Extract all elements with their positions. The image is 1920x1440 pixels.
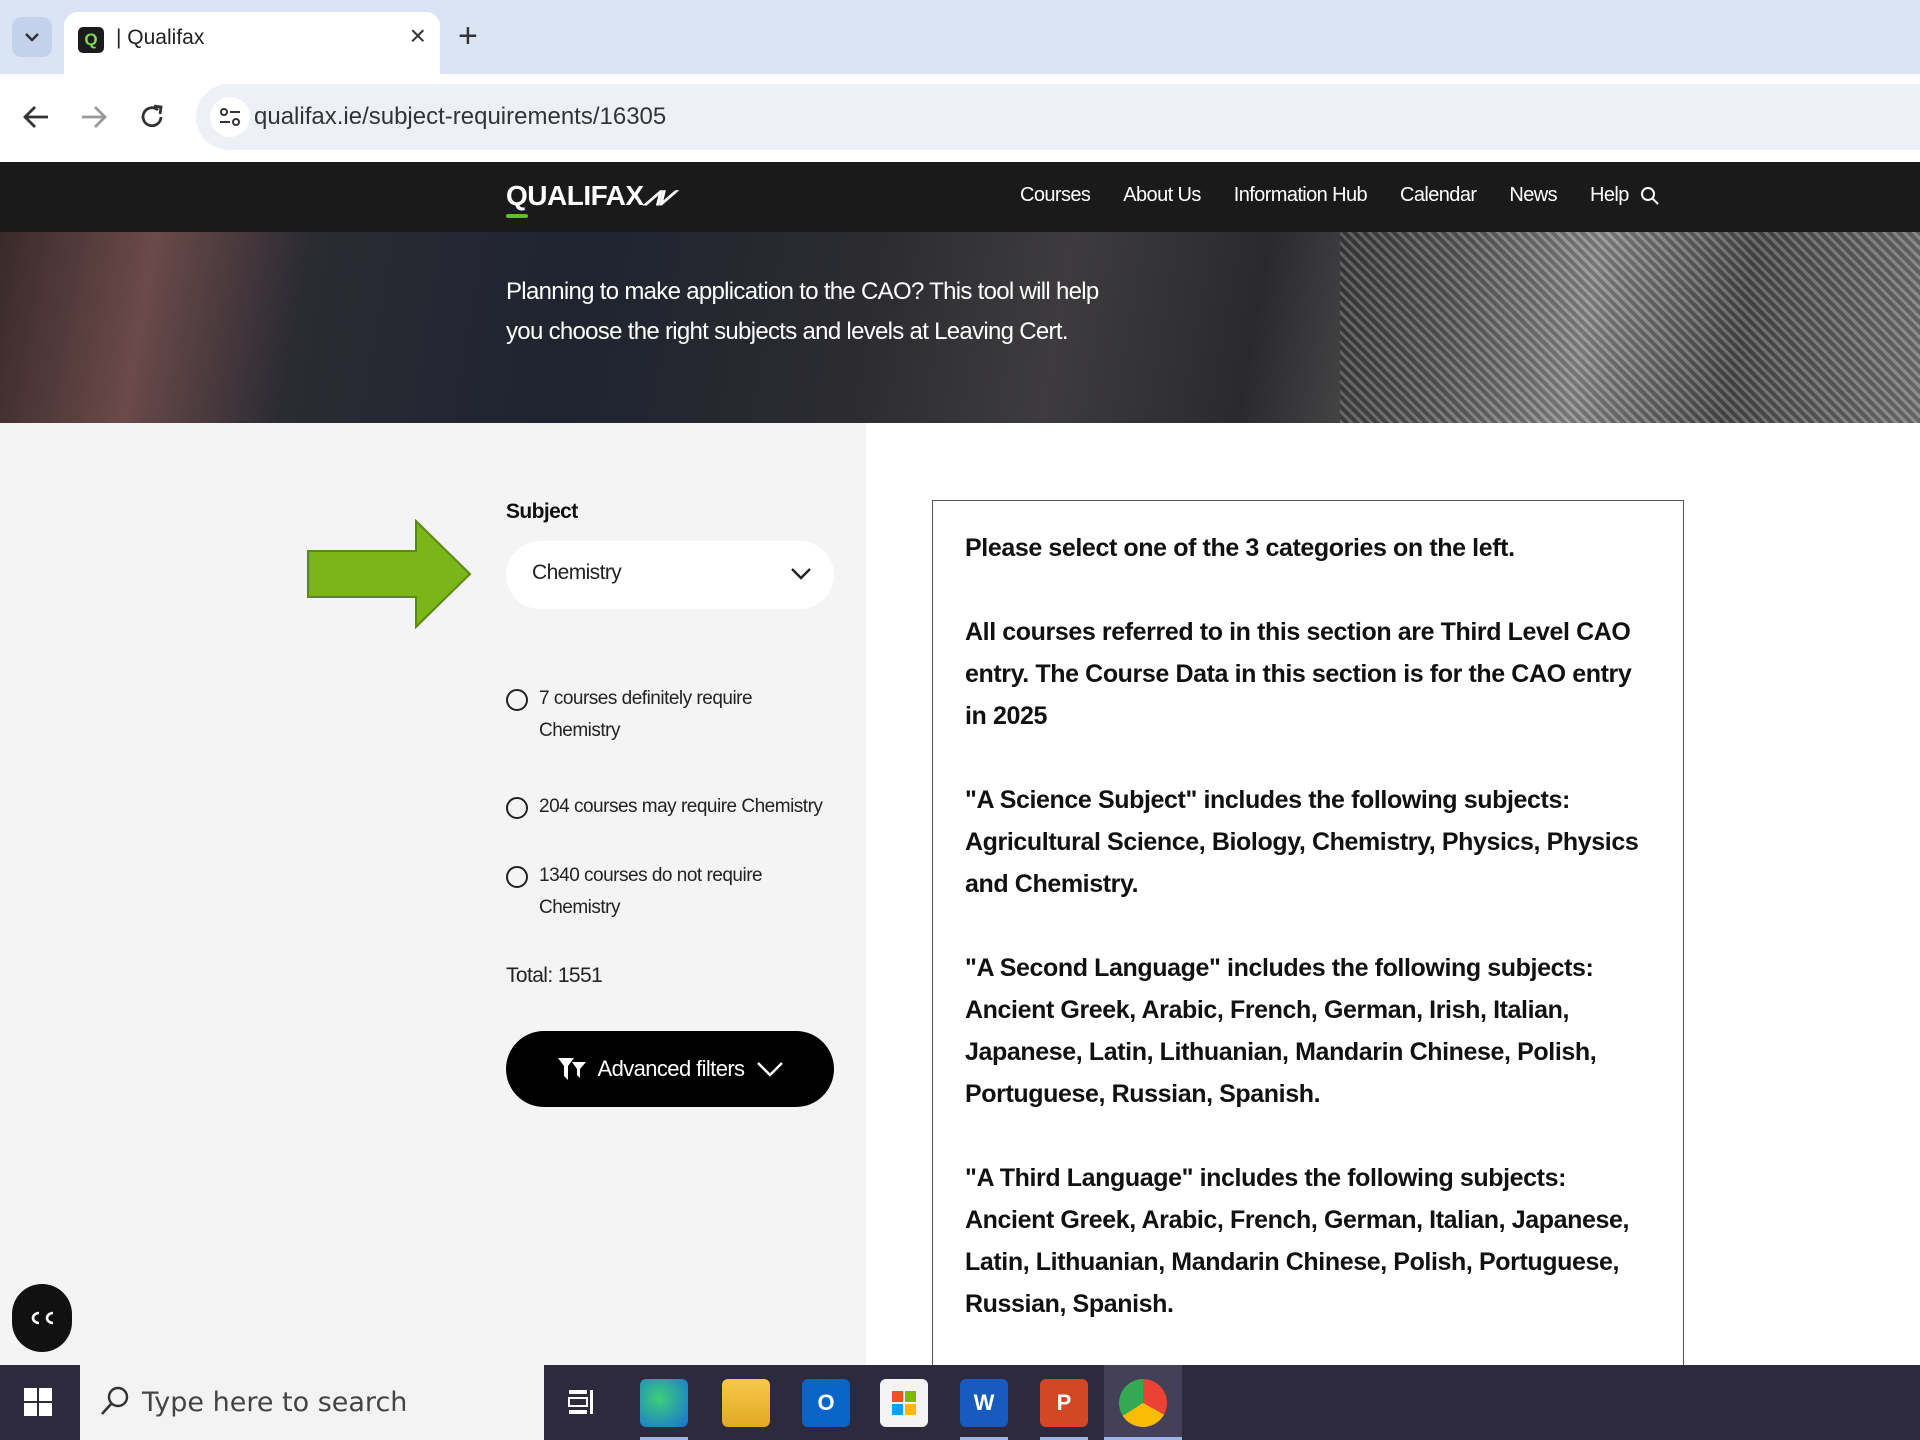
logo-text: QUALIFAX bbox=[506, 180, 644, 211]
browser-tab[interactable]: Q | Qualifax × bbox=[64, 12, 440, 74]
info-paragraph: "A Science Subject" includes the followi… bbox=[965, 786, 1639, 898]
chrome-icon[interactable] bbox=[1119, 1379, 1167, 1427]
outlook-icon[interactable]: O bbox=[802, 1379, 850, 1427]
info-paragraph: Please select one of the 3 categories on… bbox=[965, 534, 1515, 562]
nav-courses[interactable]: Courses bbox=[1020, 184, 1091, 207]
reload-icon[interactable] bbox=[138, 103, 166, 131]
taskbar: Type here to search O W P bbox=[0, 1365, 1920, 1440]
main-nav: Courses About Us Information Hub Calenda… bbox=[1020, 184, 1662, 207]
hero-banner: Planning to make application to the CAO?… bbox=[0, 232, 1920, 423]
advanced-filters-button[interactable]: Advanced filters bbox=[506, 1031, 834, 1107]
info-box: Please select one of the 3 categories on… bbox=[932, 500, 1684, 1380]
filter-panel: Subject Chemistry 7 courses definitely r… bbox=[0, 423, 866, 1365]
search-icon bbox=[101, 1386, 129, 1415]
option-label: 1340 courses do not require Chemistry bbox=[539, 865, 763, 918]
radio-button[interactable] bbox=[506, 689, 528, 711]
close-tab-icon[interactable]: × bbox=[410, 20, 426, 52]
qualifax-logo[interactable]: QUALIFAX⩘⩗ bbox=[506, 180, 675, 213]
taskbar-search-placeholder: Type here to search bbox=[142, 1387, 408, 1418]
radio-button[interactable] bbox=[506, 797, 528, 819]
microsoft-store-icon[interactable] bbox=[880, 1379, 928, 1427]
powerpoint-icon[interactable]: P bbox=[1040, 1379, 1088, 1427]
logo-mark-icon: ⩘⩗ bbox=[643, 180, 675, 211]
windows-start-icon[interactable] bbox=[22, 1386, 54, 1418]
nav-information-hub[interactable]: Information Hub bbox=[1234, 184, 1368, 207]
edge-browser-icon[interactable] bbox=[640, 1379, 688, 1427]
option-label: 7 courses definitely require Chemistry bbox=[539, 688, 753, 741]
word-icon[interactable]: W bbox=[960, 1379, 1008, 1427]
info-paragraph: All courses referred to in this section … bbox=[965, 618, 1632, 730]
subject-select[interactable]: Chemistry bbox=[506, 541, 834, 609]
radio-button[interactable] bbox=[506, 866, 528, 888]
option-do-not-require[interactable]: 1340 courses do not require Chemistry bbox=[506, 864, 789, 924]
info-paragraph: "A Second Language" includes the followi… bbox=[965, 954, 1597, 1108]
search-icon[interactable] bbox=[1640, 186, 1660, 206]
site-header: QUALIFAX⩘⩗ Courses About Us Information … bbox=[0, 162, 1920, 232]
site-info-icon[interactable] bbox=[210, 97, 250, 137]
option-may-require[interactable]: 204 courses may require Chemistry bbox=[506, 795, 839, 823]
info-paragraph: "A Third Language" includes the followin… bbox=[965, 1164, 1630, 1318]
subject-select-value: Chemistry bbox=[532, 561, 622, 584]
closed-captions-button[interactable] bbox=[12, 1284, 72, 1352]
advanced-filters-label: Advanced filters bbox=[597, 1056, 746, 1081]
word-letter: W bbox=[973, 1390, 995, 1415]
subject-label: Subject bbox=[506, 500, 578, 523]
tab-search-button[interactable] bbox=[12, 17, 52, 57]
nav-calendar[interactable]: Calendar bbox=[1400, 184, 1477, 207]
nav-about-us[interactable]: About Us bbox=[1123, 184, 1201, 207]
chevron-down-icon bbox=[791, 568, 811, 580]
chevron-down-icon bbox=[25, 33, 39, 42]
tab-title: | Qualifax bbox=[116, 26, 205, 49]
task-view-icon[interactable] bbox=[566, 1387, 596, 1417]
cc-icon bbox=[31, 1311, 54, 1325]
total-count: Total: 1551 bbox=[506, 964, 603, 987]
forward-arrow-icon[interactable] bbox=[80, 104, 108, 130]
green-arrow-icon bbox=[307, 519, 472, 629]
taskbar-search[interactable]: Type here to search bbox=[80, 1365, 544, 1440]
logo-green-accent bbox=[506, 214, 528, 218]
option-label: 204 courses may require Chemistry bbox=[539, 796, 823, 817]
outlook-letter: O bbox=[817, 1390, 835, 1415]
hero-text: Planning to make application to the CAO?… bbox=[506, 278, 1099, 345]
filter-funnel-icon bbox=[557, 1058, 586, 1080]
nav-help[interactable]: Help bbox=[1590, 184, 1629, 207]
omnibox[interactable]: qualifax.ie/subject-requirements/16305 bbox=[196, 84, 1920, 150]
url-text: qualifax.ie/subject-requirements/16305 bbox=[254, 103, 667, 130]
qualifax-favicon-icon: Q bbox=[78, 27, 104, 53]
back-arrow-icon[interactable] bbox=[22, 104, 50, 130]
option-definitely-require[interactable]: 7 courses definitely require Chemistry bbox=[506, 687, 779, 747]
powerpoint-letter: P bbox=[1056, 1390, 1072, 1415]
chevron-down-icon bbox=[757, 1062, 784, 1077]
info-area: Please select one of the 3 categories on… bbox=[866, 423, 1920, 1380]
nav-news[interactable]: News bbox=[1509, 184, 1557, 207]
new-tab-plus-icon[interactable]: + bbox=[458, 16, 478, 56]
address-bar: qualifax.ie/subject-requirements/16305 bbox=[0, 74, 1920, 162]
browser-tab-bar: Q | Qualifax × + bbox=[0, 0, 1920, 74]
file-explorer-icon[interactable] bbox=[722, 1379, 770, 1427]
